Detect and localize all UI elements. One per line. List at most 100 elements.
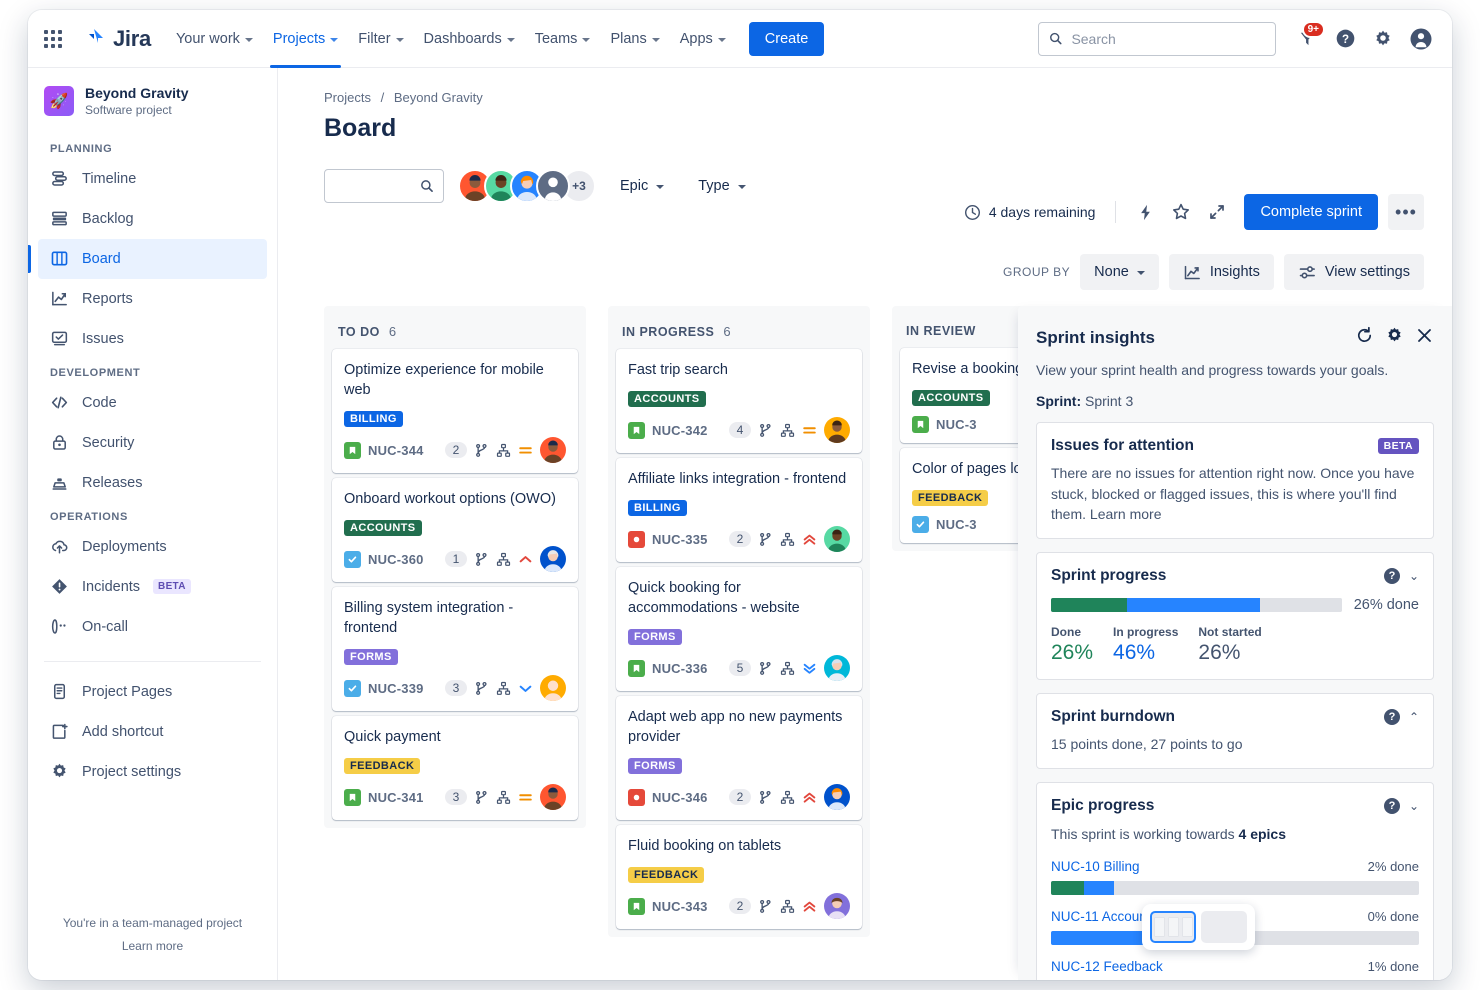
issue-key[interactable]: NUC-341 xyxy=(368,790,424,805)
epic-tag[interactable]: FEEDBACK xyxy=(628,867,704,883)
more-actions-button[interactable]: ••• xyxy=(1388,194,1424,230)
epic-tag[interactable]: ACCOUNTS xyxy=(912,390,990,406)
avatar[interactable] xyxy=(536,169,570,203)
epic-tag[interactable]: ACCOUNTS xyxy=(344,520,422,536)
star-button[interactable] xyxy=(1164,195,1198,229)
issue-key[interactable]: NUC-360 xyxy=(368,552,424,567)
chevron-up-icon[interactable]: ⌃ xyxy=(1409,710,1419,724)
issue-key[interactable]: NUC-343 xyxy=(652,899,708,914)
issue-card[interactable]: Billing system integration - frontend FO… xyxy=(332,587,578,711)
issue-card[interactable]: Onboard workout options (OWO) ACCOUNTS N… xyxy=(332,478,578,582)
help-icon[interactable]: ? xyxy=(1384,568,1400,584)
nav-plans[interactable]: Plans xyxy=(601,19,668,59)
sidebar-item-board[interactable]: Board xyxy=(38,239,267,279)
issue-card[interactable]: Adapt web app no new payments provider F… xyxy=(616,696,862,820)
issue-key[interactable]: NUC-336 xyxy=(652,661,708,676)
epic-tag[interactable]: FORMS xyxy=(628,758,682,774)
chevron-down-icon[interactable]: ⌄ xyxy=(1409,569,1419,583)
assignee-avatar[interactable] xyxy=(824,655,850,681)
assignee-avatar[interactable] xyxy=(824,784,850,810)
panel-settings-button[interactable] xyxy=(1385,326,1404,350)
app-switcher-icon[interactable] xyxy=(36,22,70,56)
sidebar-item-reports[interactable]: Reports xyxy=(38,279,267,319)
issue-key[interactable]: NUC-346 xyxy=(652,790,708,805)
assignee-avatar[interactable] xyxy=(824,417,850,443)
chevron-down-icon[interactable]: ⌄ xyxy=(1409,799,1419,813)
sidebar-item-issues[interactable]: Issues xyxy=(38,319,267,359)
board-filter-search[interactable] xyxy=(324,169,444,203)
nav-teams[interactable]: Teams xyxy=(526,19,600,59)
expand-button[interactable] xyxy=(1200,195,1234,229)
epic-tag[interactable]: FORMS xyxy=(628,629,682,645)
issue-card[interactable]: Fast trip search ACCOUNTS NUC-342 4 xyxy=(616,349,862,453)
type-filter-dropdown[interactable]: Type xyxy=(688,169,755,203)
learn-more-link[interactable]: Learn more xyxy=(28,935,277,958)
assignee-avatar[interactable] xyxy=(540,546,566,572)
epic-filter-dropdown[interactable]: Epic xyxy=(610,169,674,203)
issue-key[interactable]: NUC-342 xyxy=(652,423,708,438)
create-button[interactable]: Create xyxy=(749,22,825,56)
jira-logo[interactable]: Jira xyxy=(82,26,151,52)
nav-projects[interactable]: Projects xyxy=(264,19,347,59)
sidebar-item-project-settings[interactable]: Project settings xyxy=(38,752,267,792)
breadcrumb-project[interactable]: Beyond Gravity xyxy=(394,90,483,105)
epic-link[interactable]: NUC-12 Feedback xyxy=(1051,959,1163,974)
sidebar-item-deployments[interactable]: Deployments xyxy=(38,527,267,567)
sidebar-item-code[interactable]: Code xyxy=(38,383,267,423)
issue-card[interactable]: Optimize experience for mobile web BILLI… xyxy=(332,349,578,473)
nav-filter[interactable]: Filter xyxy=(349,19,412,59)
issue-key[interactable]: NUC-3 xyxy=(936,517,977,532)
issue-card[interactable]: Quick booking for accommodations - websi… xyxy=(616,567,862,691)
issue-card[interactable]: Affiliate links integration - frontend B… xyxy=(616,458,862,562)
insights-button[interactable]: Insights xyxy=(1169,254,1274,290)
issue-key[interactable]: NUC-335 xyxy=(652,532,708,547)
help-icon[interactable]: ? xyxy=(1384,709,1400,725)
assignee-avatar[interactable] xyxy=(540,675,566,701)
assignee-avatar[interactable] xyxy=(540,437,566,463)
sidebar-item-timeline[interactable]: Timeline xyxy=(38,159,267,199)
help-button[interactable]: ? xyxy=(1328,22,1362,56)
epic-tag[interactable]: FEEDBACK xyxy=(344,758,420,774)
epic-link[interactable]: NUC-10 Billing xyxy=(1051,859,1140,874)
assignee-avatar[interactable] xyxy=(824,893,850,919)
help-icon[interactable]: ? xyxy=(1384,798,1400,814)
view-settings-button[interactable]: View settings xyxy=(1284,254,1424,290)
issue-key[interactable]: NUC-344 xyxy=(368,443,424,458)
assignee-avatar[interactable] xyxy=(540,784,566,810)
board-mode-columns-option[interactable] xyxy=(1150,911,1196,943)
profile-button[interactable] xyxy=(1404,22,1438,56)
issue-card[interactable]: Quick payment FEEDBACK NUC-341 3 xyxy=(332,716,578,820)
assignee-avatar[interactable] xyxy=(824,526,850,552)
sidebar-item-on-call[interactable]: On-call xyxy=(38,607,267,647)
issue-card[interactable]: Fluid booking on tablets FEEDBACK NUC-34… xyxy=(616,825,862,929)
epic-tag[interactable]: ACCOUNTS xyxy=(628,391,706,407)
complete-sprint-button[interactable]: Complete sprint xyxy=(1244,194,1378,230)
sidebar-item-releases[interactable]: Releases xyxy=(38,463,267,503)
nav-your-work[interactable]: Your work xyxy=(167,19,262,59)
epic-tag[interactable]: BILLING xyxy=(628,500,687,516)
board-mode-single-option[interactable] xyxy=(1201,911,1247,943)
sidebar-item-add-shortcut[interactable]: Add shortcut xyxy=(38,712,267,752)
global-search[interactable] xyxy=(1038,22,1276,56)
panel-close-button[interactable] xyxy=(1415,326,1434,350)
sidebar-item-project-pages[interactable]: Project Pages xyxy=(38,672,267,712)
epic-tag[interactable]: FORMS xyxy=(344,649,398,665)
nav-dashboards[interactable]: Dashboards xyxy=(415,19,524,59)
group-by-dropdown[interactable]: None xyxy=(1080,254,1159,290)
settings-button[interactable] xyxy=(1366,22,1400,56)
board-search-input[interactable] xyxy=(334,178,420,194)
epic-tag[interactable]: BILLING xyxy=(344,411,403,427)
search-input[interactable] xyxy=(1071,31,1265,47)
issue-key[interactable]: NUC-339 xyxy=(368,681,424,696)
sidebar-item-backlog[interactable]: Backlog xyxy=(38,199,267,239)
refresh-button[interactable] xyxy=(1355,326,1374,350)
notifications-button[interactable]: 9+ xyxy=(1290,22,1324,56)
nav-apps[interactable]: Apps xyxy=(671,19,735,59)
project-header[interactable]: 🚀 Beyond Gravity Software project xyxy=(28,82,277,135)
sidebar-item-incidents[interactable]: Incidents BETA xyxy=(38,567,267,607)
epic-tag[interactable]: FEEDBACK xyxy=(912,490,988,506)
automation-button[interactable] xyxy=(1128,195,1162,229)
issue-key[interactable]: NUC-3 xyxy=(936,417,977,432)
breadcrumb-projects[interactable]: Projects xyxy=(324,90,371,105)
sidebar-item-security[interactable]: Security xyxy=(38,423,267,463)
